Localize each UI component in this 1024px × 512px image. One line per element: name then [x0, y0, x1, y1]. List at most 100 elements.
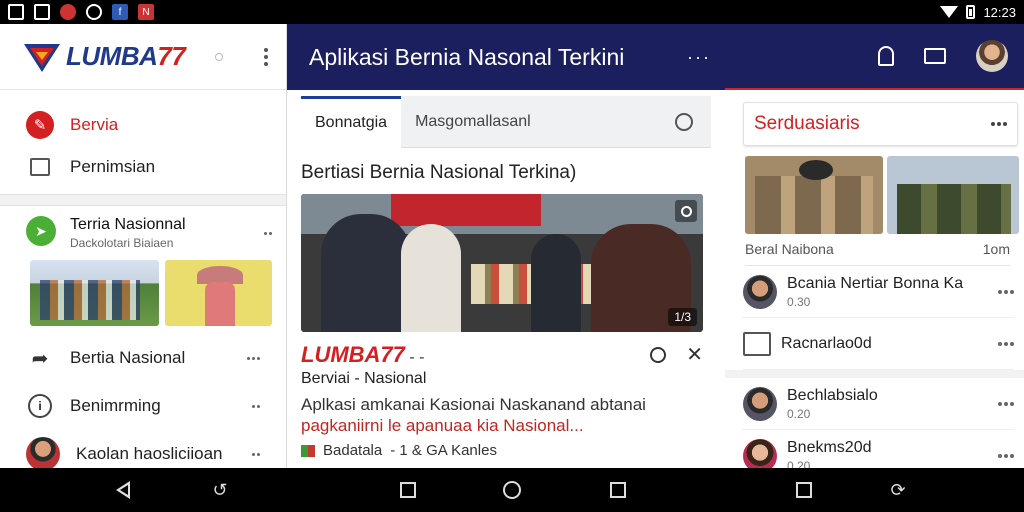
side-panel: Serduasiaris Beral Naibona 1om Bcania Ne…	[725, 24, 1024, 473]
featured-thumbnail[interactable]	[164, 260, 272, 326]
article-description: Aplkasi amkanai Kasionai Naskanand abtan…	[301, 395, 646, 435]
notification-icon	[8, 4, 24, 20]
search-icon[interactable]	[675, 112, 693, 131]
user-avatar[interactable]	[976, 40, 1008, 72]
avatar	[26, 437, 60, 471]
featured-subtitle: Dackolotari Biaiaen	[70, 236, 174, 250]
image-icon	[743, 331, 771, 356]
app-logo[interactable]: LUMBA77	[22, 40, 186, 74]
side-subheader-value: 1om	[982, 240, 1010, 257]
side-card-more-button[interactable]	[991, 122, 1007, 126]
divider	[0, 194, 286, 206]
news-icon: ✎	[26, 111, 54, 139]
recents-icon[interactable]	[398, 480, 418, 500]
app-window: LUMBA77 ✎ Bervia Pernimsian ➤ Terria Nas…	[0, 24, 1024, 473]
shield-icon	[86, 4, 102, 20]
list-item-more-button[interactable]	[998, 289, 1014, 294]
list-item-title: Bnekms20d	[787, 439, 872, 456]
section-title: Bertiasi Bernia Nasional Terkina)	[301, 162, 577, 183]
search-icon[interactable]	[650, 347, 667, 363]
item-more-button[interactable]	[252, 404, 260, 408]
drawer-item-label: Kaolan haosliciioan	[76, 444, 223, 463]
app-switch-icon[interactable]	[794, 480, 814, 500]
drawer-item-national-news[interactable]: ➦ Bertia Nasional	[0, 334, 286, 382]
news-app-icon: N	[138, 4, 154, 20]
drawer-item-documents[interactable]: Pernimsian	[0, 146, 286, 188]
rotate-icon[interactable]: ⟳	[888, 480, 908, 500]
drawer-item-news[interactable]: ✎ Bervia	[0, 104, 286, 146]
list-item-more-button[interactable]	[998, 341, 1014, 346]
info-icon: i	[28, 394, 52, 418]
avatar	[743, 386, 777, 421]
image-counter: 1/3	[668, 308, 697, 326]
drawer-header: LUMBA77	[0, 24, 286, 90]
logo-text: LUMBA77	[66, 41, 186, 71]
tab-secondary[interactable]: Masgomallasanl	[401, 96, 545, 148]
article-category: Berviai - Nasional	[301, 370, 427, 387]
right-header	[725, 24, 1024, 90]
home-icon[interactable]	[502, 480, 522, 500]
main-content: Aplikasi Bernia Nasonal Terkini ··· Bonn…	[287, 24, 725, 468]
side-thumbnail[interactable]	[745, 156, 883, 234]
side-subheader-label: Beral Naibona	[745, 240, 834, 257]
drawer-item-info[interactable]: i Benimrming	[0, 382, 286, 430]
page-title: Aplikasi Bernia Nasonal Terkini	[309, 43, 625, 70]
sync-indicator-icon	[215, 52, 224, 61]
article-source: Badatala	[323, 442, 383, 459]
document-icon	[30, 158, 50, 176]
article-meta: Badatala - 1 & GA Kanles	[301, 442, 711, 459]
back-icon[interactable]	[114, 480, 134, 500]
item-more-button[interactable]	[252, 452, 260, 456]
tab-primary[interactable]: Bonnatgia	[301, 95, 402, 148]
share-icon: ➦	[31, 347, 49, 370]
article-meta-rest: - 1 & GA Kanles	[390, 442, 497, 459]
avatar	[743, 274, 777, 309]
facebook-icon: f	[112, 4, 128, 20]
system-nav-bar: ↺ ⟳	[0, 468, 1024, 512]
close-icon[interactable]: ✕	[686, 345, 703, 365]
battery-icon	[966, 5, 976, 19]
item-more-button[interactable]	[247, 356, 260, 360]
list-item-subtitle: 0.20	[787, 406, 811, 421]
list-item-more-button[interactable]	[998, 454, 1014, 458]
list-item-more-button[interactable]	[998, 401, 1014, 406]
featured-title: Terria Nasionnal	[70, 216, 186, 233]
status-bar: f N 12:23	[0, 0, 1024, 24]
clock: 12:23	[983, 4, 1016, 20]
gallery-icon	[34, 4, 50, 20]
list-item-title: Racnarlao0d	[781, 334, 872, 352]
list-item[interactable]: Bechlabsialo 0.20	[743, 378, 1014, 430]
drawer-menu-button[interactable]	[260, 44, 272, 70]
wifi-icon	[940, 6, 959, 18]
bell-icon[interactable]	[878, 46, 894, 66]
drawer-item-label: Pernimsian	[70, 157, 156, 176]
article-brand: LUMBA77 - -	[301, 342, 425, 367]
list-item[interactable]: Racnarlao0d	[743, 318, 1014, 370]
share-icon: ➤	[26, 216, 56, 246]
drawer-item-label: Benimrming	[70, 396, 161, 415]
header-more-button[interactable]: ···	[687, 47, 711, 68]
divider	[725, 370, 1024, 378]
list-item-title: Bechlabsialo	[787, 386, 878, 404]
source-icon	[301, 444, 315, 457]
featured-thumbnail[interactable]	[30, 260, 159, 326]
navigation-drawer: LUMBA77 ✎ Bervia Pernimsian ➤ Terria Nas…	[0, 24, 287, 471]
app-header: Aplikasi Bernia Nasonal Terkini ···	[287, 24, 725, 90]
zoom-icon[interactable]	[675, 200, 697, 222]
undo-icon[interactable]: ↺	[210, 480, 230, 500]
tab-bar: Bonnatgia Masgomallasanl	[301, 95, 711, 148]
side-thumbnail[interactable]	[887, 156, 1019, 234]
mail-icon[interactable]	[924, 48, 946, 64]
overview-icon[interactable]	[608, 480, 628, 500]
featured-section[interactable]: ➤ Terria Nasionnal Dackolotari Biaiaen	[0, 206, 286, 326]
list-item-subtitle: 0.30	[787, 294, 811, 309]
drawer-item-label: Bertia Nasional	[70, 348, 186, 367]
side-card-header[interactable]: Serduasiaris	[743, 102, 1018, 146]
logo-emblem-icon	[24, 43, 60, 72]
app-notification-icon	[60, 4, 76, 20]
drawer-item-label: Bervia	[70, 115, 119, 134]
featured-more-button[interactable]	[264, 231, 272, 235]
hero-image[interactable]: 1/3	[301, 194, 703, 332]
list-item-title: Bcania Nertiar Bonna Ka	[787, 274, 964, 292]
list-item[interactable]: Bcania Nertiar Bonna Ka 0.30	[743, 266, 1014, 318]
